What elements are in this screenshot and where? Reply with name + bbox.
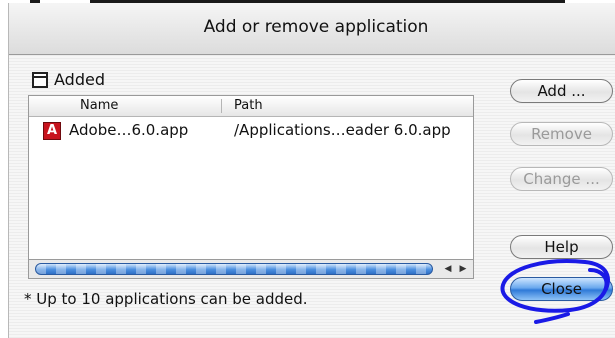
window-icon — [32, 72, 48, 88]
list-header: Name Path — [29, 96, 473, 117]
column-header-path[interactable]: Path — [234, 98, 263, 113]
list-item-name: Adobe…6.0.app — [69, 121, 189, 139]
scroll-right-arrow-icon[interactable]: ▶ — [456, 263, 470, 275]
change-button[interactable]: Change ... — [510, 167, 613, 191]
application-list[interactable]: Name Path A Adobe…6.0.app /Applications…… — [28, 95, 474, 279]
limit-note: * Up to 10 applications can be added. — [24, 290, 308, 308]
column-header-name[interactable]: Name — [80, 98, 118, 113]
column-divider — [221, 99, 222, 113]
list-item[interactable]: A Adobe…6.0.app /Applications…eader 6.0.… — [29, 120, 473, 142]
close-button[interactable]: Close — [510, 277, 613, 301]
add-button[interactable]: Add ... — [510, 79, 613, 103]
scrollbar-thumb[interactable] — [35, 263, 433, 275]
title-bar[interactable]: Add or remove application — [9, 3, 615, 55]
help-button[interactable]: Help — [510, 235, 613, 259]
adobe-reader-icon: A — [43, 122, 61, 140]
horizontal-scrollbar[interactable]: ◀ ▶ — [28, 259, 474, 279]
remove-button[interactable]: Remove — [510, 122, 613, 146]
group-label: Added — [54, 70, 105, 89]
scroll-left-arrow-icon[interactable]: ◀ — [441, 263, 455, 275]
list-item-path: /Applications…eader 6.0.app — [234, 121, 451, 139]
dialog-title: Add or remove application — [203, 17, 429, 37]
